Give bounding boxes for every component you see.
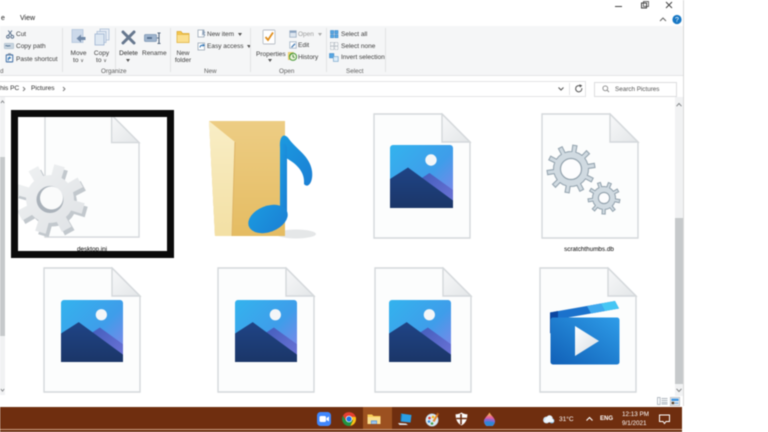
- svg-text:?: ?: [675, 17, 679, 24]
